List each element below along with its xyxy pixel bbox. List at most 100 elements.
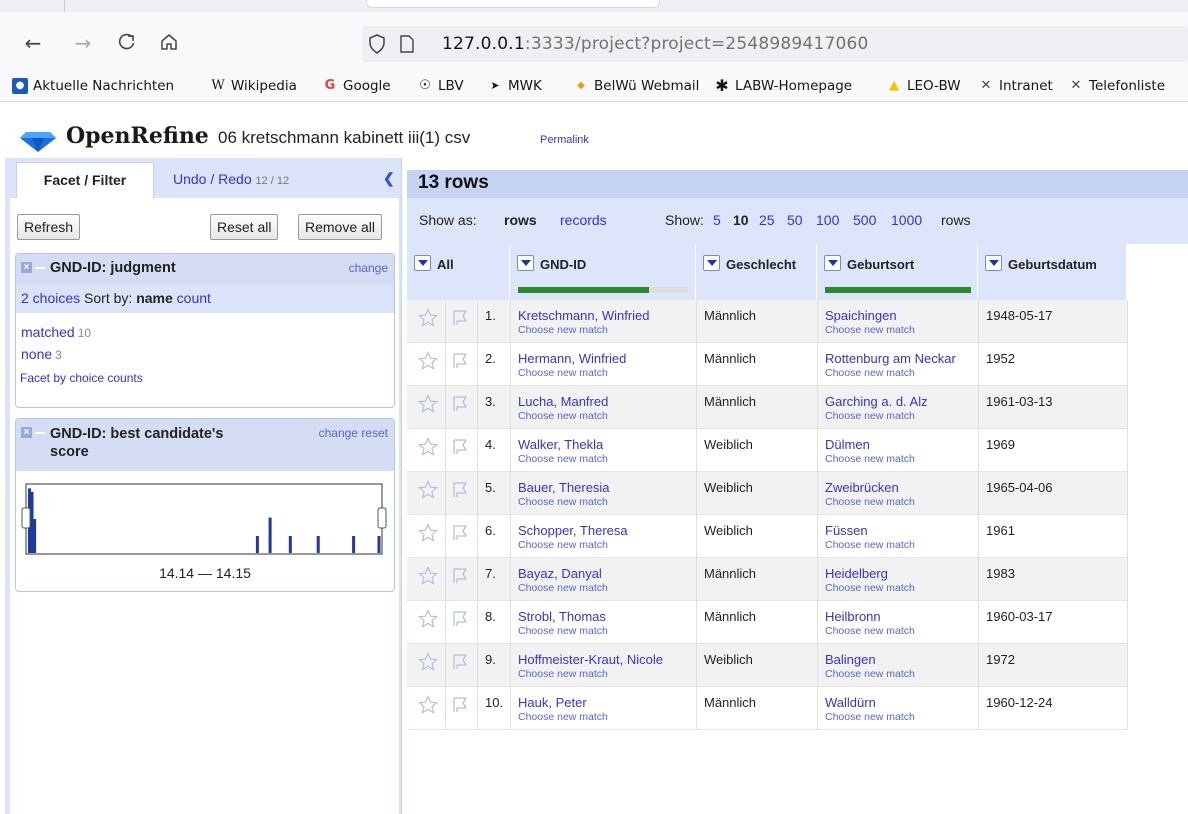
geburtsdatum-cell[interactable]: 1972 bbox=[978, 644, 1127, 687]
choose-new-match-link[interactable]: Choose new match bbox=[825, 367, 915, 379]
star-icon[interactable] bbox=[417, 609, 439, 629]
choose-new-match-link[interactable]: Choose new match bbox=[518, 410, 608, 422]
back-arrow-icon[interactable]: ← bbox=[22, 32, 44, 54]
geburtsdatum-cell[interactable]: 1961-03-13 bbox=[978, 386, 1127, 429]
geburtsdatum-cell[interactable]: 1983 bbox=[978, 558, 1127, 601]
geburtsdatum-cell[interactable]: 1961 bbox=[978, 515, 1127, 558]
gnd-id-cell[interactable]: Hoffmeister-Kraut, Nicole Choose new matc… bbox=[510, 644, 696, 687]
column-header-all[interactable]: All bbox=[407, 244, 510, 300]
sort-by-name[interactable]: name bbox=[136, 290, 173, 306]
choose-new-match-link[interactable]: Choose new match bbox=[825, 668, 915, 680]
star-icon[interactable] bbox=[417, 308, 439, 328]
geschlecht-cell[interactable]: Weiblich bbox=[696, 429, 817, 472]
range-handle-left[interactable] bbox=[21, 507, 31, 529]
geschlecht-cell[interactable]: Männlich bbox=[696, 601, 817, 644]
geburtsort-cell[interactable]: Heilbronn Choose new match bbox=[817, 601, 978, 644]
home-icon[interactable] bbox=[158, 32, 180, 54]
geburtsort-cell[interactable]: Heidelberg Choose new match bbox=[817, 558, 978, 601]
star-icon[interactable] bbox=[417, 437, 439, 457]
reset-all-button[interactable]: Reset all bbox=[210, 214, 279, 240]
matched-entity-link[interactable]: Hauk, Peter bbox=[518, 695, 587, 710]
facet-choice-matched[interactable]: matched 10 bbox=[21, 324, 91, 340]
browser-tab[interactable] bbox=[366, 0, 660, 8]
bookmark-leo-bw[interactable]: ▲ LEO-BW bbox=[886, 78, 961, 94]
matched-entity-link[interactable]: Heilbronn bbox=[825, 609, 881, 624]
star-icon[interactable] bbox=[417, 394, 439, 414]
choose-new-match-link[interactable]: Choose new match bbox=[825, 625, 915, 637]
choose-new-match-link[interactable]: Choose new match bbox=[825, 410, 915, 422]
geschlecht-cell[interactable]: Weiblich bbox=[696, 472, 817, 515]
geschlecht-cell[interactable]: Männlich bbox=[696, 558, 817, 601]
bookmark-mwk[interactable]: ➤ MWK bbox=[487, 78, 541, 94]
bookmark-labw[interactable]: ✱ LABW-Homepage bbox=[714, 78, 852, 95]
matched-entity-link[interactable]: Balingen bbox=[825, 652, 876, 667]
geburtsdatum-cell[interactable]: 1969 bbox=[978, 429, 1127, 472]
page-size-25[interactable]: 25 bbox=[759, 212, 775, 228]
choose-new-match-link[interactable]: Choose new match bbox=[518, 625, 608, 637]
flag-icon[interactable] bbox=[451, 395, 469, 413]
column-menu-dropdown-icon[interactable] bbox=[414, 255, 431, 271]
choose-new-match-link[interactable]: Choose new match bbox=[825, 711, 915, 723]
flag-icon[interactable] bbox=[451, 610, 469, 628]
rows-mode[interactable]: rows bbox=[504, 212, 537, 228]
column-menu-dropdown-icon[interactable] bbox=[824, 255, 841, 271]
choose-new-match-link[interactable]: Choose new match bbox=[518, 367, 608, 379]
column-menu-dropdown-icon[interactable] bbox=[703, 255, 720, 271]
column-header-geburtsort[interactable]: Geburtsort bbox=[817, 244, 978, 300]
bookmark-lbv[interactable]: ☉ LBV bbox=[417, 78, 463, 94]
facet-by-choice-counts-link[interactable]: Facet by choice counts bbox=[20, 371, 143, 385]
geburtsdatum-cell[interactable]: 1960-12-24 bbox=[978, 687, 1127, 730]
app-brand[interactable]: OpenRefine bbox=[66, 123, 209, 149]
bookmark-google[interactable]: G Google bbox=[322, 78, 391, 94]
gnd-id-cell[interactable]: Bauer, Theresia Choose new match bbox=[510, 472, 696, 515]
column-header-gnd-id[interactable]: GND-ID bbox=[510, 244, 696, 300]
facet-change-link[interactable]: change bbox=[349, 261, 388, 275]
facet-choice-none[interactable]: none 3 bbox=[21, 346, 62, 362]
flag-icon[interactable] bbox=[451, 481, 469, 499]
geschlecht-cell[interactable]: Männlich bbox=[696, 687, 817, 730]
matched-entity-link[interactable]: Schopper, Theresa bbox=[518, 523, 628, 538]
flag-icon[interactable] bbox=[451, 653, 469, 671]
matched-entity-link[interactable]: Heidelberg bbox=[825, 566, 888, 581]
star-icon[interactable] bbox=[417, 566, 439, 586]
refresh-button[interactable]: Refresh bbox=[17, 214, 81, 240]
sort-by-count-link[interactable]: count bbox=[177, 290, 211, 306]
bookmark-aktuelle-nachrichten[interactable]: ● Aktuelle Nachrichten bbox=[12, 78, 174, 94]
gnd-id-cell[interactable]: Bayaz, Danyal Choose new match bbox=[510, 558, 696, 601]
choices-count-link[interactable]: 2 choices bbox=[21, 290, 80, 306]
matched-entity-link[interactable]: Bauer, Theresia bbox=[518, 480, 610, 495]
bookmark-intranet[interactable]: ✕ Intranet bbox=[978, 78, 1053, 94]
page-size-5[interactable]: 5 bbox=[713, 212, 721, 228]
choose-new-match-link[interactable]: Choose new match bbox=[825, 496, 915, 508]
minimize-facet-icon[interactable] bbox=[35, 267, 45, 269]
gnd-id-cell[interactable]: Hermann, Winfried Choose new match bbox=[510, 343, 696, 386]
matched-entity-link[interactable]: Bayaz, Danyal bbox=[518, 566, 602, 581]
range-handle-right[interactable] bbox=[377, 507, 387, 529]
gnd-id-cell[interactable]: Walker, Thekla Choose new match bbox=[510, 429, 696, 472]
matched-entity-link[interactable]: Zweibrücken bbox=[825, 480, 899, 495]
matched-entity-link[interactable]: Kretschmann, Winfried bbox=[518, 308, 650, 323]
url-bar[interactable]: 127.0.0.1:3333/project?project=254898941… bbox=[362, 26, 1188, 62]
column-header-geschlecht[interactable]: Geschlecht bbox=[696, 244, 817, 300]
geschlecht-cell[interactable]: Männlich bbox=[696, 343, 817, 386]
tab-undo-redo[interactable]: Undo / Redo 12 / 12 bbox=[173, 171, 289, 187]
page-size-10[interactable]: 10 bbox=[733, 212, 749, 228]
url-text[interactable]: 127.0.0.1:3333/project?project=254898941… bbox=[442, 34, 869, 54]
geburtsort-cell[interactable]: Rottenburg am Neckar Choose new match bbox=[817, 343, 978, 386]
geburtsort-cell[interactable]: Spaichingen Choose new match bbox=[817, 300, 978, 343]
choose-new-match-link[interactable]: Choose new match bbox=[518, 539, 608, 551]
star-icon[interactable] bbox=[417, 652, 439, 672]
matched-entity-link[interactable]: Füssen bbox=[825, 523, 868, 538]
matched-entity-link[interactable]: Hoffmeister-Kraut, Nicole bbox=[518, 652, 663, 667]
forward-arrow-icon[interactable]: → bbox=[72, 32, 94, 54]
choose-new-match-link[interactable]: Choose new match bbox=[825, 453, 915, 465]
tab-facet-filter[interactable]: Facet / Filter bbox=[16, 162, 154, 198]
geburtsort-cell[interactable]: Füssen Choose new match bbox=[817, 515, 978, 558]
column-header-geburtsdatum[interactable]: Geburtsdatum bbox=[978, 244, 1127, 300]
flag-icon[interactable] bbox=[451, 696, 469, 714]
choose-new-match-link[interactable]: Choose new match bbox=[825, 539, 915, 551]
collapse-panel-icon[interactable]: ❮ bbox=[383, 170, 395, 186]
bookmark-wikipedia[interactable]: W Wikipedia bbox=[210, 78, 297, 94]
facet-change-link[interactable]: change bbox=[319, 426, 358, 440]
matched-entity-link[interactable]: Dülmen bbox=[825, 437, 870, 452]
